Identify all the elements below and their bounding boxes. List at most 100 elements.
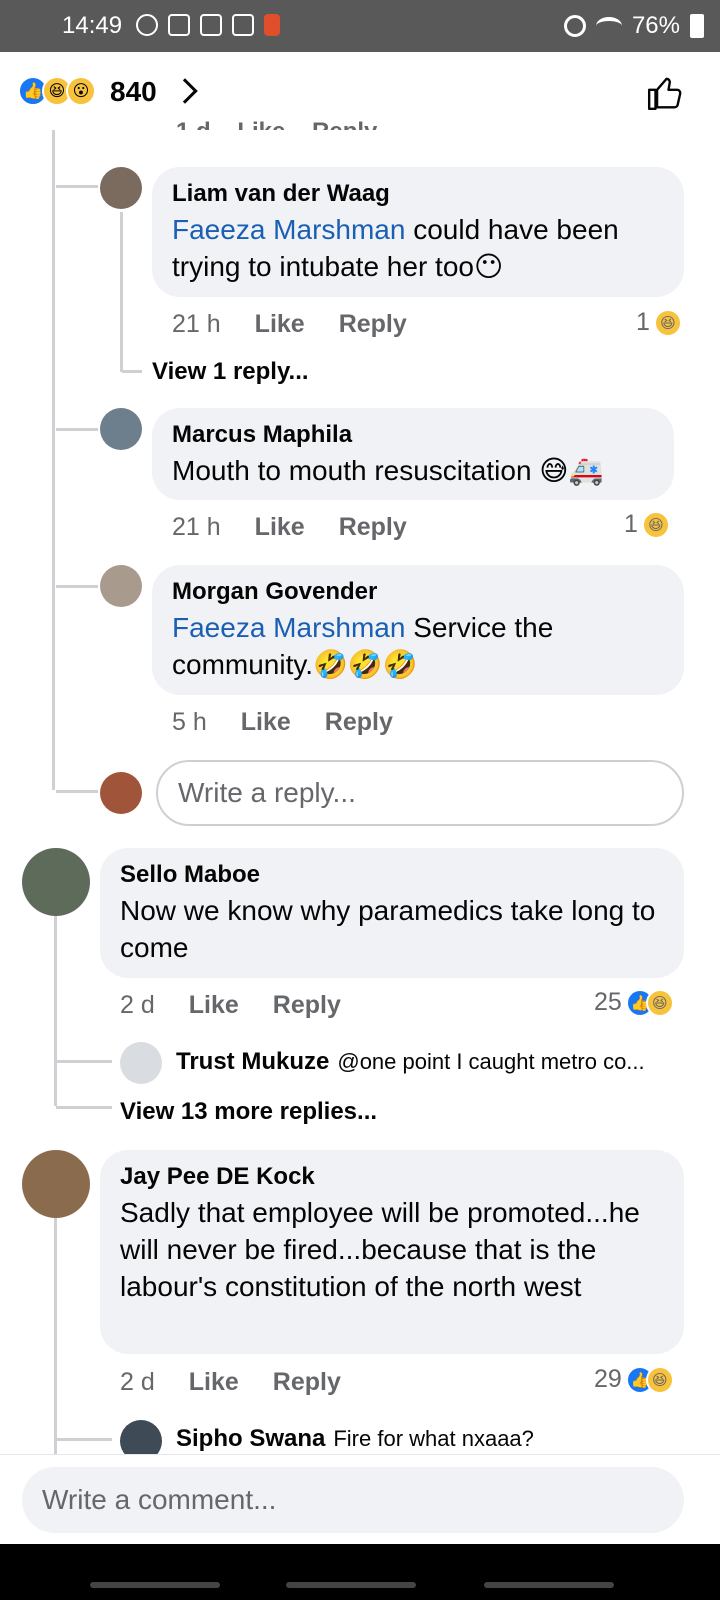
reply-action[interactable]: Reply: [273, 1368, 341, 1397]
thread-line: [54, 916, 57, 1106]
comment-actions: 21 h Like Reply: [172, 310, 407, 339]
recent-apps-button[interactable]: [90, 1582, 220, 1588]
like-action[interactable]: Like: [189, 1368, 239, 1397]
app-notification-icon: [200, 14, 222, 36]
thread-line-main: [52, 130, 55, 790]
comment-actions: 2 d Like Reply: [120, 1368, 341, 1397]
thread-connector: [56, 1060, 112, 1063]
like-action[interactable]: Like: [189, 991, 239, 1020]
battery-percent: 76%: [631, 12, 680, 39]
avatar[interactable]: [22, 848, 90, 916]
comment-actions: 5 h Like Reply: [172, 708, 393, 737]
thread-line-sub: [120, 212, 123, 372]
reaction-icons[interactable]: 👍 😆 😮: [18, 76, 96, 106]
thread-connector: [56, 790, 98, 793]
reply-author: Sipho Swana: [176, 1425, 326, 1452]
notification-icons: [136, 14, 280, 36]
comment-bubble: Marcus Maphila Mouth to mouth resuscitat…: [152, 408, 674, 500]
wow-reaction-icon: 😮: [66, 76, 96, 106]
current-user-avatar: [100, 772, 142, 814]
comment-bubble: Jay Pee DE Kock Sadly that employee will…: [100, 1150, 684, 1354]
reply-action[interactable]: Reply: [339, 310, 407, 339]
comment-composer: Write a comment...: [0, 1454, 720, 1544]
comment-author[interactable]: Liam van der Waag: [172, 177, 664, 211]
messenger-icon: [136, 14, 158, 36]
download-icon-2: [232, 14, 254, 36]
comment-bubble: Sello Maboe Now we know why paramedics t…: [100, 848, 684, 978]
comment-time[interactable]: 21 h: [172, 513, 221, 542]
thread-connector: [56, 1438, 112, 1441]
like-action[interactable]: Like: [241, 708, 291, 737]
like-action[interactable]: Like: [255, 513, 305, 542]
home-button[interactable]: [286, 1582, 416, 1588]
reply-text: Fire for what nxaaa?: [333, 1426, 534, 1451]
reply-action[interactable]: Reply: [325, 708, 393, 737]
reply-input[interactable]: Write a reply...: [156, 760, 684, 826]
comment-actions: 2 d Like Reply: [120, 991, 341, 1020]
reaction-number: 1: [636, 308, 650, 336]
avatar[interactable]: [100, 408, 142, 450]
back-button[interactable]: [484, 1582, 614, 1588]
chevron-right-icon[interactable]: [172, 78, 198, 104]
thread-connector: [56, 1106, 112, 1109]
reaction-summary[interactable]: 25 👍 😆: [594, 988, 674, 1017]
comment-author[interactable]: Jay Pee DE Kock: [120, 1160, 664, 1194]
avatar[interactable]: [120, 1042, 162, 1084]
comment-bubble: Liam van der Waag Faeeza Marshman could …: [152, 167, 684, 297]
comment-placeholder: Write a comment...: [42, 1484, 277, 1515]
comment-bubble: Morgan Govender Faeeza Marshman Service …: [152, 565, 684, 695]
comment-input[interactable]: Write a comment...: [22, 1467, 684, 1533]
comment-time[interactable]: 2 d: [120, 1368, 155, 1397]
status-time: 14:49: [62, 12, 123, 39]
wifi-icon: [595, 17, 622, 35]
reaction-summary[interactable]: 1 😆: [636, 308, 682, 337]
haha-icon: 😆: [645, 1365, 674, 1394]
thread-connector: [122, 370, 142, 373]
reply-action[interactable]: Reply: [273, 991, 341, 1020]
thread-line: [54, 1218, 57, 1454]
battery-icon: [690, 14, 704, 38]
reaction-number: 25: [594, 988, 622, 1016]
alarm-icon: [563, 15, 586, 37]
comment-time[interactable]: 2 d: [120, 991, 155, 1020]
system-nav-bar: [0, 1544, 720, 1600]
comment-author[interactable]: Sello Maboe: [120, 858, 664, 892]
reaction-summary[interactable]: 1 😆: [624, 510, 670, 539]
reply-preview[interactable]: Sipho Swana Fire for what nxaaa?: [176, 1425, 534, 1453]
like-action[interactable]: Like: [255, 310, 305, 339]
comment-author[interactable]: Marcus Maphila: [172, 418, 654, 452]
haha-icon: 😆: [645, 988, 674, 1017]
reply-placeholder: Write a reply...: [178, 777, 356, 808]
view-replies-link[interactable]: View 1 reply...: [152, 358, 309, 386]
view-replies-link[interactable]: View 13 more replies...: [120, 1098, 377, 1126]
haha-icon: 😆: [641, 510, 670, 539]
reply-action[interactable]: Reply: [339, 513, 407, 542]
haha-icon: 😆: [653, 308, 682, 337]
comment-text: Sadly that employee will be promoted...h…: [120, 1197, 640, 1302]
reaction-summary[interactable]: 29 👍 😆: [594, 1365, 674, 1394]
comment-time[interactable]: 5 h: [172, 708, 207, 737]
comment-text: Now we know why paramedics take long to …: [120, 895, 656, 963]
comment-actions: 21 h Like Reply: [172, 513, 407, 542]
mention-link[interactable]: Faeeza Marshman: [172, 612, 405, 643]
comment-author[interactable]: Morgan Govender: [172, 575, 664, 609]
download-icon: [168, 14, 190, 36]
reply-preview[interactable]: Trust Mukuze @one point I caught metro c…: [176, 1048, 645, 1076]
cutoff-meta-row: 1 d Like Reply: [176, 118, 377, 130]
thread-connector: [56, 428, 98, 431]
thread-connector: [56, 585, 98, 588]
status-bar: 14:49 76%: [0, 0, 720, 52]
mention-link[interactable]: Faeeza Marshman: [172, 214, 405, 245]
comment-time[interactable]: 21 h: [172, 310, 221, 339]
system-icons: 76%: [563, 12, 704, 40]
avatar[interactable]: [100, 565, 142, 607]
comment-text: Mouth to mouth resuscitation 😅🚑: [172, 455, 604, 486]
reaction-count[interactable]: 840: [110, 76, 157, 108]
reply-text: @one point I caught metro co...: [337, 1049, 645, 1074]
reaction-number: 1: [624, 510, 638, 538]
thread-connector: [56, 185, 98, 188]
avatar[interactable]: [22, 1150, 90, 1218]
like-button-icon[interactable]: [646, 74, 684, 112]
avatar[interactable]: [100, 167, 142, 209]
office-icon: [264, 14, 280, 36]
